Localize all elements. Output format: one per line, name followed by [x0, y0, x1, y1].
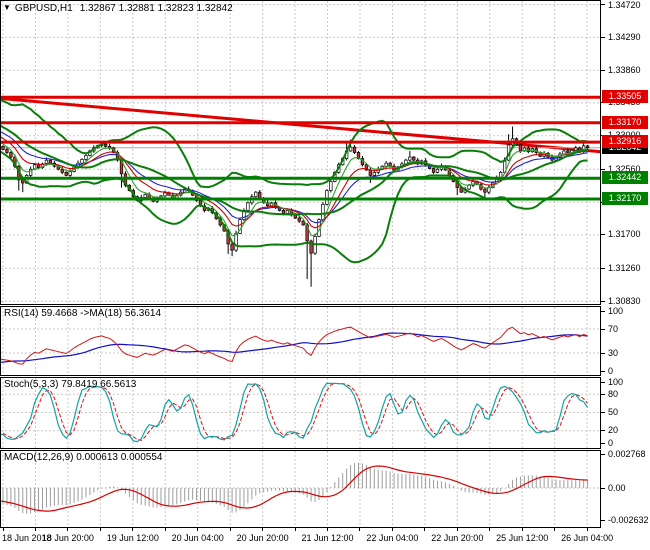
price-tick-label: 1.31700 [608, 229, 641, 239]
time-tick-mark [67, 528, 68, 531]
axis-tick-mark [601, 488, 605, 489]
time-tick-mark [392, 528, 393, 531]
price-chart-panel[interactable] [0, 0, 601, 305]
rsi-indicator-label: RSI(14) 59.4668 ->MA(18) 56.3614 [4, 308, 162, 319]
macd-indicator-label: MACD(12,26,9) 0.000613 0.000554 [4, 452, 163, 463]
rsi-tick-label: 70 [608, 324, 619, 334]
time-tick-mark [295, 528, 296, 531]
axis-tick-mark [601, 430, 605, 431]
axis-tick-mark [601, 454, 605, 455]
axis-tick-mark [601, 394, 605, 395]
time-tick-mark [35, 528, 36, 531]
time-tick-mark [489, 528, 490, 531]
time-tick-mark [165, 528, 166, 531]
stoch-tick-label: 100 [608, 377, 624, 387]
macd-tick-label: -0.002632 [608, 515, 649, 525]
axis-tick-mark [601, 382, 605, 383]
time-tick-mark [230, 528, 231, 531]
resistance-price-badge: 1.33170 [602, 116, 648, 129]
resistance-price-badge: 1.33505 [602, 90, 648, 103]
candles [0, 126, 590, 287]
time-axis-label: 20 Jun 04:00 [171, 533, 224, 543]
axis-tick-mark [601, 520, 605, 521]
rsi-tick-label: 100 [608, 306, 624, 316]
symbol-dropdown-icon[interactable]: ▼ [3, 3, 11, 12]
axis-tick-mark [601, 70, 605, 71]
stochastic-indicator-label: Stoch(5,3,3) 79.8419 66.5613 [4, 379, 137, 390]
stoch-tick-label: 80 [608, 389, 619, 399]
axis-tick-mark [601, 329, 605, 330]
support-price-badge: 1.32442 [602, 171, 648, 184]
price-axis[interactable]: 1.347201.342901.338601.334301.330001.325… [601, 0, 650, 528]
time-tick-mark [197, 528, 198, 531]
time-tick-mark [522, 528, 523, 531]
time-tick-mark [327, 528, 328, 531]
axis-tick-mark [601, 37, 605, 38]
time-tick-mark [424, 528, 425, 531]
time-axis[interactable]: 18 Jun 2018 18 Jun 20:00 19 Jun 12:00 20 Ju… [0, 528, 650, 550]
time-tick-mark [3, 528, 4, 531]
rsi-tick-label: 30 [608, 348, 619, 358]
time-axis-label: 22 Jun 20:00 [431, 533, 484, 543]
time-axis-label: 18 Jun 20:00 [41, 533, 94, 543]
rsi-tick-label: 0 [608, 366, 614, 376]
price-tick-label: 1.33860 [608, 65, 641, 75]
time-axis-label: 19 Jun 12:00 [106, 533, 159, 543]
axis-tick-mark [601, 443, 605, 444]
symbol-timeframe-label: GBPUSD,H1 [14, 3, 73, 14]
time-tick-mark [457, 528, 458, 531]
stoch-tick-label: 50 [608, 407, 619, 417]
axis-tick-mark [601, 412, 605, 413]
macd-signal-line [0, 465, 588, 512]
axis-tick-mark [601, 353, 605, 354]
price-tick-label: 1.31260 [608, 263, 641, 273]
bollinger-lower-band [0, 150, 588, 264]
chart-window: ▼ GBPUSD,H1 1.32867 1.32881 1.32823 1.3284… [0, 0, 650, 550]
stoch-tick-label: 0 [608, 438, 614, 448]
time-axis-label: 26 Jun 04:00 [561, 533, 614, 543]
axis-tick-mark [601, 4, 605, 5]
axis-tick-mark [601, 169, 605, 170]
time-tick-mark [262, 528, 263, 531]
time-axis-label: 22 Jun 04:00 [366, 533, 419, 543]
macd-tick-label: 0.00 [608, 483, 626, 493]
stoch-tick-label: 20 [608, 425, 619, 435]
title-ohlc-values: 1.32867 1.32881 1.32823 1.32842 [79, 3, 233, 14]
axis-tick-mark [601, 268, 605, 269]
axis-tick-mark [601, 234, 605, 235]
time-axis-label: 20 Jun 20:00 [236, 533, 289, 543]
time-tick-mark [587, 528, 588, 531]
time-tick-mark [132, 528, 133, 531]
support-price-badge: 1.32170 [602, 192, 648, 205]
price-tick-label: 1.34290 [608, 32, 641, 42]
time-axis-label: 25 Jun 12:00 [496, 533, 549, 543]
axis-tick-mark [601, 301, 605, 302]
price-tick-label: 1.30830 [608, 296, 641, 306]
price-tick-label: 1.34720 [608, 0, 641, 10]
time-tick-mark [554, 528, 555, 531]
time-tick-mark [100, 528, 101, 531]
axis-tick-mark [601, 371, 605, 372]
macd-tick-label: 0.002768 [608, 449, 646, 459]
rsi-line [0, 326, 588, 365]
time-tick-mark [359, 528, 360, 531]
axis-tick-mark [601, 311, 605, 312]
descending-trendline [0, 96, 601, 154]
time-axis-label: 21 Jun 12:00 [301, 533, 354, 543]
chart-title: ▼ GBPUSD,H1 1.32867 1.32881 1.32823 1.3284… [3, 3, 233, 14]
resistance-price-badge: 1.32916 [602, 135, 648, 148]
